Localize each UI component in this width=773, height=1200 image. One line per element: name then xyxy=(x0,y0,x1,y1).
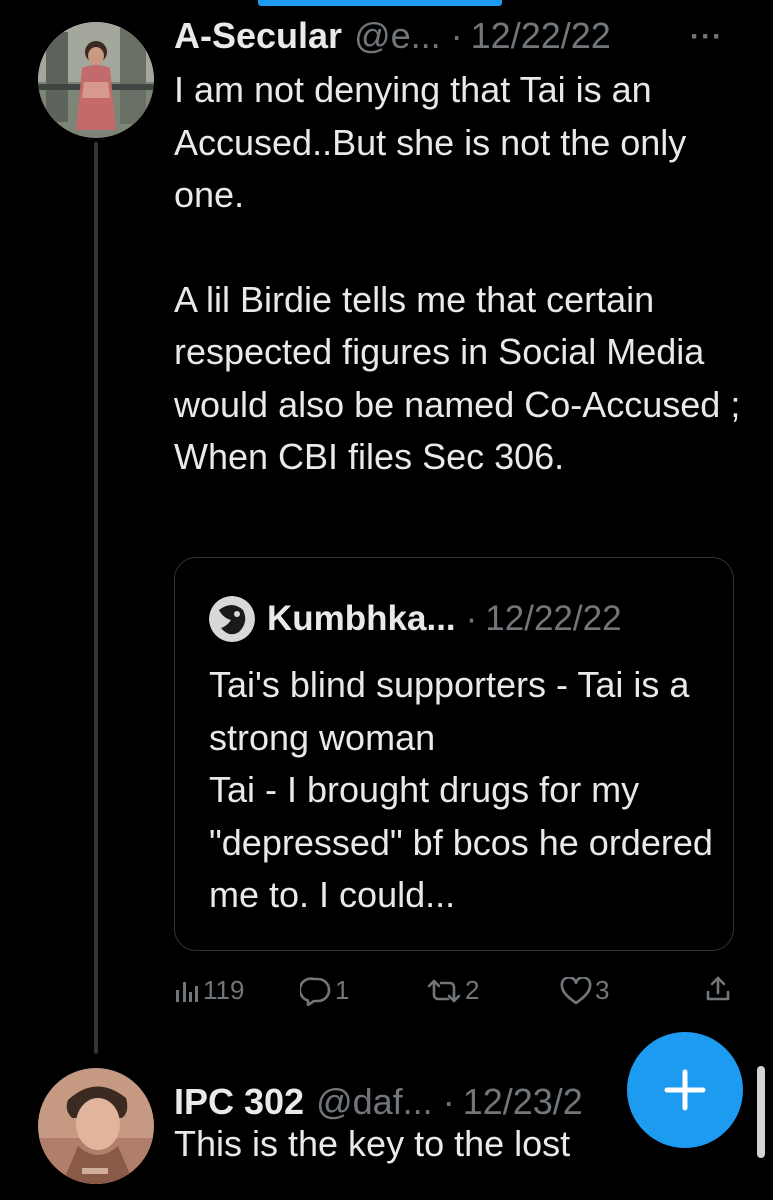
avatar[interactable] xyxy=(38,1068,154,1184)
more-options-icon[interactable]: ··· xyxy=(690,20,723,54)
retweet-count: 2 xyxy=(465,975,480,1005)
like-count: 3 xyxy=(595,975,610,1005)
user-handle[interactable]: @e... xyxy=(354,14,441,58)
separator-dot: · xyxy=(450,15,463,56)
reply-icon xyxy=(300,976,332,1006)
reply-button[interactable]: 1 xyxy=(300,975,349,1006)
tweet-header: A-Secular @e... · 12/22/22 xyxy=(174,14,611,58)
retweet-button[interactable]: 2 xyxy=(426,975,479,1006)
heart-icon xyxy=(560,976,592,1005)
share-icon xyxy=(704,975,732,1003)
quoted-avatar xyxy=(209,596,255,642)
compose-tweet-button[interactable] xyxy=(627,1032,743,1148)
quoted-date: 12/22/22 xyxy=(485,599,622,638)
tweet-actions: 119 1 2 3 xyxy=(174,975,744,1019)
like-button[interactable]: 3 xyxy=(560,975,609,1006)
display-name[interactable]: A-Secular xyxy=(174,14,342,58)
quoted-line: Tai's blind supporters - Tai is a strong… xyxy=(209,664,690,758)
retweet-icon xyxy=(426,977,462,1005)
quoted-tweet-header: Kumbhka... · 12/22/22 xyxy=(209,596,622,642)
views-count: 119 xyxy=(203,975,245,1005)
avatar[interactable] xyxy=(38,22,154,138)
tweet-paragraph: A lil Birdie tells me that certain respe… xyxy=(174,278,741,478)
share-button[interactable] xyxy=(704,975,732,1003)
thread-connector xyxy=(94,142,98,1054)
quoted-tweet-text: Tai's blind supporters - Tai is a strong… xyxy=(209,659,719,922)
separator-dot: · xyxy=(465,599,478,638)
plus-icon xyxy=(627,1069,743,1152)
tweet-text: I am not denying that Tai is an Accused.… xyxy=(174,64,744,484)
views-button[interactable]: 119 xyxy=(174,975,244,1006)
tweet-paragraph: I am not denying that Tai is an Accused.… xyxy=(174,69,687,215)
reply-count: 1 xyxy=(335,975,350,1005)
analytics-icon xyxy=(174,978,200,1004)
tweet-text: This is the key to the lost xyxy=(174,1123,571,1164)
quoted-tweet[interactable]: Kumbhka... · 12/22/22 Tai's blind suppor… xyxy=(174,557,734,951)
scrollbar[interactable] xyxy=(757,1066,765,1158)
quoted-display-name: Kumbhka... xyxy=(267,599,456,638)
quoted-line: Tai - I brought drugs for my "depressed"… xyxy=(209,769,713,915)
tweet[interactable]: A-Secular @e... · 12/22/22 ··· I am not … xyxy=(0,0,773,1060)
tweet-date[interactable]: 12/22/22 xyxy=(471,14,611,58)
